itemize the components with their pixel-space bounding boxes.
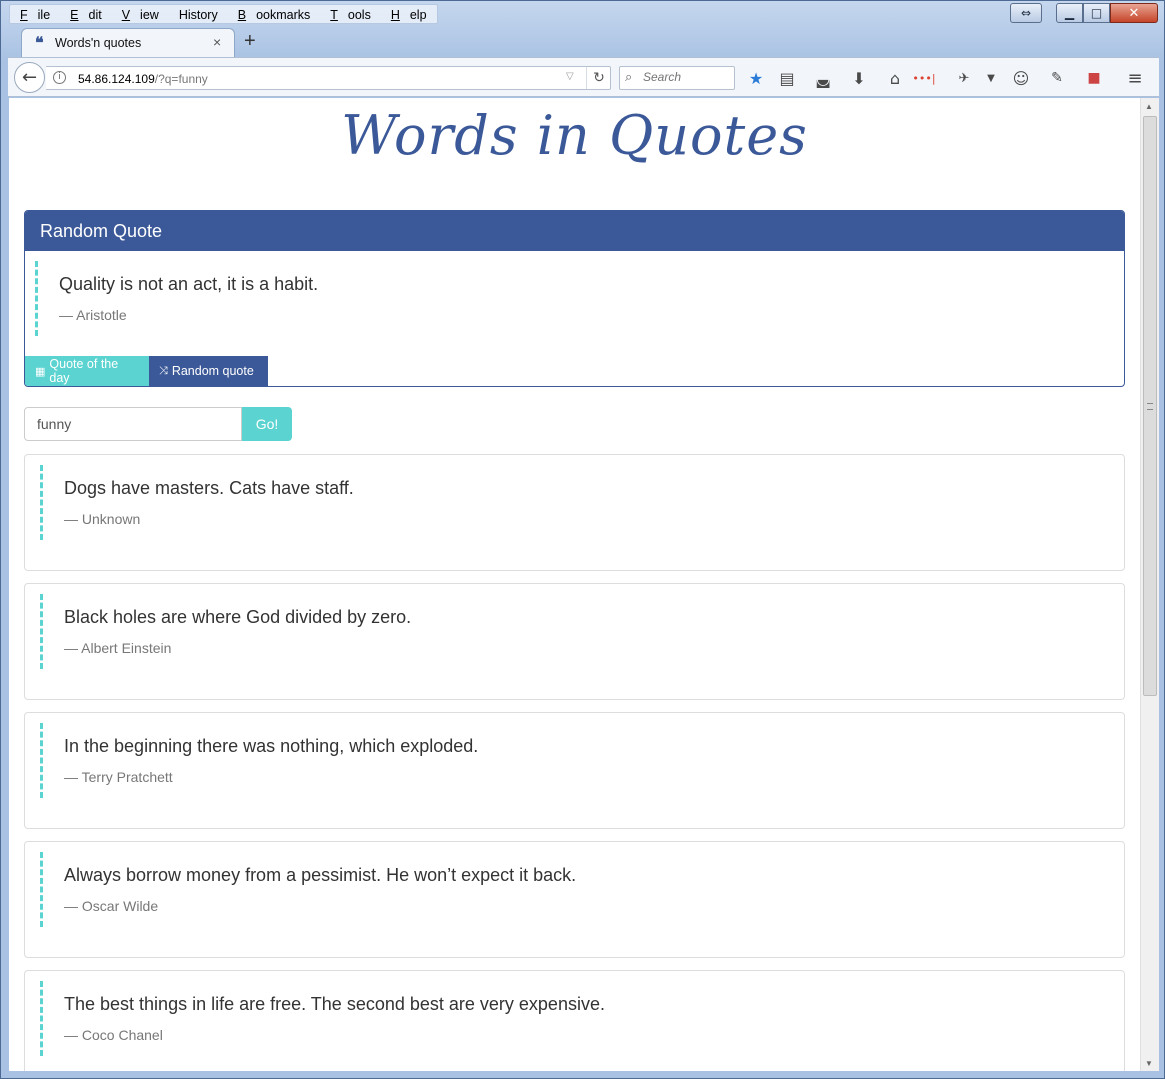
result-card: Always borrow money from a pessimist. He… bbox=[24, 841, 1125, 958]
browser-window: File Edit View History Bookmarks Tools H… bbox=[0, 0, 1165, 1079]
result-card: In the beginning there was nothing, whic… bbox=[24, 712, 1125, 829]
menu-history[interactable]: History bbox=[169, 5, 228, 23]
menu-edit[interactable]: Edit bbox=[60, 5, 112, 23]
quote-favicon-icon: ❝ bbox=[35, 33, 44, 52]
result-blockquote: Black holes are where God divided by zer… bbox=[40, 594, 411, 669]
pocket-icon[interactable]: ◛ bbox=[812, 67, 834, 89]
quote-search-input[interactable] bbox=[24, 407, 242, 441]
star-icon[interactable]: ★ bbox=[745, 67, 767, 89]
menu-bookmarks[interactable]: Bookmarks bbox=[228, 5, 321, 23]
close-icon: ✕ bbox=[1128, 5, 1140, 21]
tab-title: Words'n quotes bbox=[55, 36, 142, 50]
dropdown-icon[interactable]: ▼ bbox=[980, 67, 1002, 89]
download-icon[interactable]: ⬇ bbox=[848, 67, 870, 89]
search-icon: ⌕ bbox=[625, 70, 633, 85]
panel-buttons: ▦ Quote of the day ⤨ Random quote bbox=[25, 356, 268, 386]
minimize-button[interactable]: ▁ bbox=[1056, 3, 1083, 23]
search-input[interactable] bbox=[643, 70, 731, 84]
result-card: Black holes are where God divided by zer… bbox=[24, 583, 1125, 700]
navigation-toolbar: i 54.86.124.109/?q=funny ▽ ↻ ← ⌕ ★ ▤ ◛ ⬇… bbox=[8, 57, 1159, 97]
maximize-icon: □ bbox=[1090, 6, 1103, 20]
result-blockquote: In the beginning there was nothing, whic… bbox=[40, 723, 478, 798]
menu-file[interactable]: File bbox=[10, 5, 60, 23]
menubar: File Edit View History Bookmarks Tools H… bbox=[9, 4, 438, 24]
back-arrow-icon: ← bbox=[21, 67, 38, 88]
quote-author: — Unknown bbox=[64, 511, 141, 527]
close-window-button[interactable]: ✕ bbox=[1110, 3, 1158, 23]
menu-view[interactable]: View bbox=[112, 5, 169, 23]
new-tab-button[interactable]: + bbox=[244, 31, 256, 51]
menu-help[interactable]: Help bbox=[381, 5, 437, 23]
address-bar[interactable]: i 54.86.124.109/?q=funny ▽ ↻ bbox=[46, 66, 611, 90]
extension-badge-icon[interactable]: •••| bbox=[912, 67, 935, 89]
search-box[interactable]: ⌕ bbox=[619, 66, 735, 90]
scrollbar-thumb[interactable] bbox=[1143, 116, 1157, 696]
quote-text: Always borrow money from a pessimist. He… bbox=[64, 865, 577, 885]
quote-text: Quality is not an act, it is a habit. bbox=[59, 274, 319, 294]
home-icon[interactable]: ⌂ bbox=[884, 67, 906, 89]
site-logo[interactable]: Words in Quotes bbox=[9, 104, 1140, 167]
random-quote-panel: Random Quote Quality is not an act, it i… bbox=[24, 210, 1125, 387]
quote-of-the-day-button[interactable]: ▦ Quote of the day bbox=[25, 356, 149, 386]
quote-author: — Oscar Wilde bbox=[64, 898, 159, 914]
reading-list-icon[interactable]: ▤ bbox=[776, 67, 798, 89]
random-quote-label: Random quote bbox=[171, 364, 254, 378]
window-resize-button[interactable]: ⇔ bbox=[1010, 3, 1042, 23]
address-url[interactable]: 54.86.124.109/?q=funny bbox=[78, 72, 208, 86]
result-card: The best things in life are free. The se… bbox=[24, 970, 1125, 1071]
scroll-down-icon[interactable]: ▼ bbox=[1145, 1059, 1153, 1068]
random-quote-button[interactable]: ⤨ Random quote bbox=[149, 356, 268, 386]
site-info-icon[interactable]: i bbox=[53, 71, 66, 84]
history-dropdown-icon[interactable]: ▽ bbox=[566, 71, 574, 82]
menu-tools[interactable]: Tools bbox=[320, 5, 381, 23]
page-viewport: Words in Quotes Random Quote Quality is … bbox=[9, 98, 1140, 1071]
tab-close-icon[interactable]: × bbox=[213, 34, 221, 50]
extension-icon[interactable]: ✈ bbox=[953, 67, 975, 89]
calendar-icon: ▦ bbox=[35, 364, 46, 378]
vertical-scrollbar[interactable]: ▲ ▼ bbox=[1140, 98, 1159, 1071]
quote-author: — Albert Einstein bbox=[64, 640, 172, 656]
addon-icon[interactable]: ■ bbox=[1083, 67, 1105, 89]
back-button[interactable]: ← bbox=[14, 62, 45, 93]
quote-text: The best things in life are free. The se… bbox=[64, 994, 605, 1014]
search-form: Go! bbox=[24, 407, 292, 441]
quote-author: — Terry Pratchett bbox=[64, 769, 173, 785]
result-blockquote: Always borrow money from a pessimist. He… bbox=[40, 852, 576, 927]
menu-icon[interactable]: ≡ bbox=[1124, 67, 1146, 89]
quote-text: In the beginning there was nothing, whic… bbox=[64, 736, 479, 756]
reload-icon[interactable]: ↻ bbox=[586, 67, 611, 89]
result-card: Dogs have masters. Cats have staff. — Un… bbox=[24, 454, 1125, 571]
quote-of-the-day-label: Quote of the day bbox=[49, 357, 119, 385]
quote-author: — Coco Chanel bbox=[64, 1027, 163, 1043]
quote-text: Black holes are where God divided by zer… bbox=[64, 607, 412, 627]
browser-tab[interactable]: ❝ Words'n quotes × bbox=[21, 28, 235, 57]
quote-text: Dogs have masters. Cats have staff. bbox=[64, 478, 354, 498]
notes-icon[interactable]: ✎ bbox=[1046, 67, 1068, 89]
minimize-icon: ▁ bbox=[1064, 6, 1075, 20]
maximize-button[interactable]: □ bbox=[1083, 3, 1110, 23]
shuffle-icon: ⤨ bbox=[159, 364, 168, 377]
random-quote-blockquote: Quality is not an act, it is a habit. — … bbox=[35, 261, 318, 336]
panel-heading: Random Quote bbox=[25, 211, 1124, 251]
result-blockquote: The best things in life are free. The se… bbox=[40, 981, 605, 1056]
quote-author: — Aristotle bbox=[59, 307, 127, 323]
go-button[interactable]: Go! bbox=[242, 407, 292, 441]
resize-icon: ⇔ bbox=[1020, 6, 1032, 20]
result-blockquote: Dogs have masters. Cats have staff. — Un… bbox=[40, 465, 354, 540]
chat-icon[interactable]: ☺ bbox=[1010, 67, 1032, 89]
scroll-up-icon[interactable]: ▲ bbox=[1145, 102, 1153, 111]
